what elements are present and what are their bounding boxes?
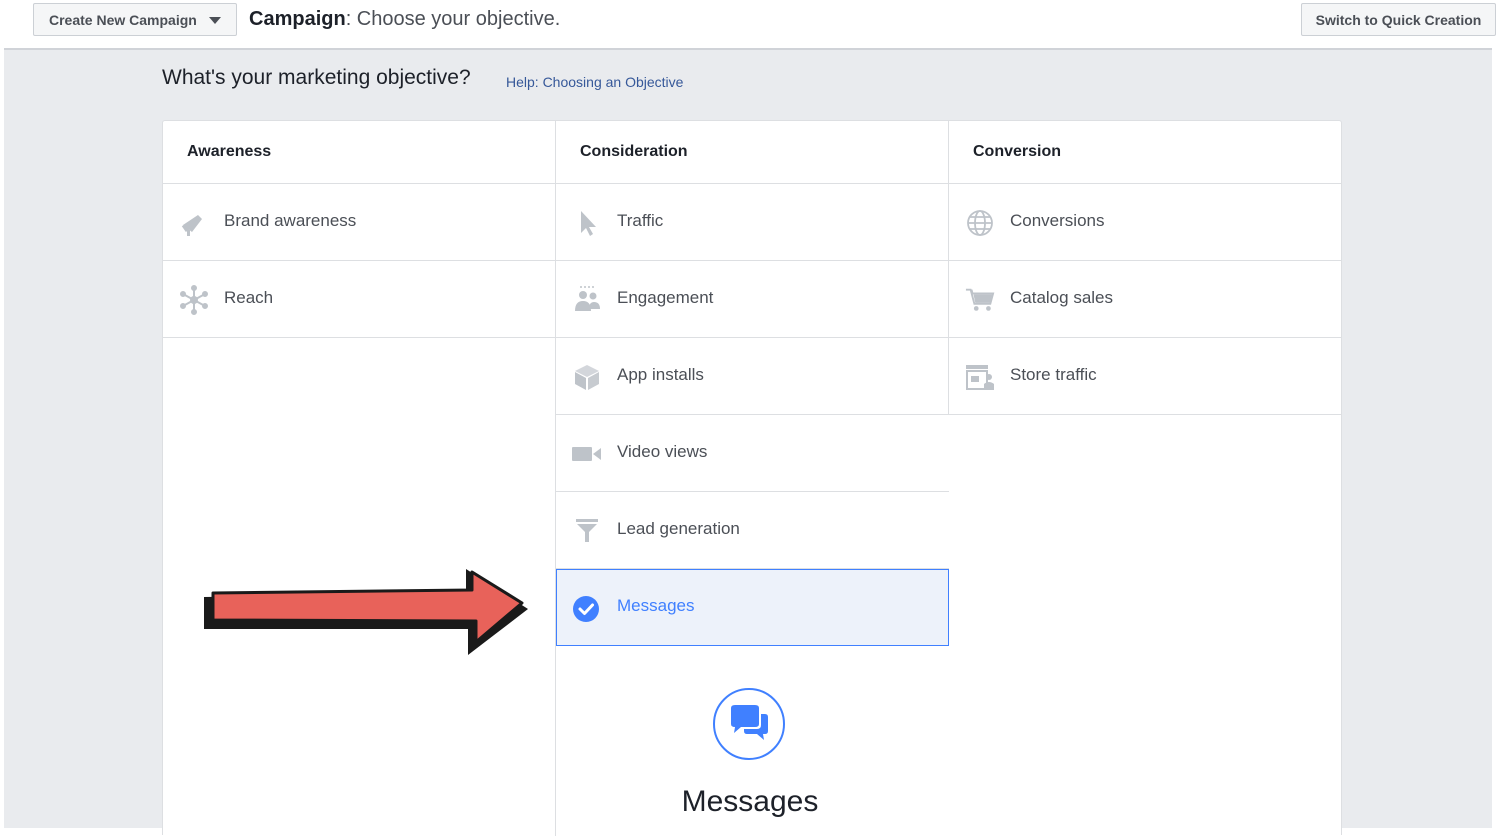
video-camera-icon: [572, 439, 602, 469]
megaphone-icon: [179, 208, 209, 238]
objective-catalog-sales[interactable]: Catalog sales: [949, 261, 1342, 338]
chat-bubbles-icon: [713, 688, 785, 760]
column-header: Conversion: [949, 121, 1342, 184]
box-icon: [572, 362, 602, 392]
cart-icon: [965, 285, 995, 315]
switch-to-quick-creation-button[interactable]: Switch to Quick Creation: [1301, 3, 1496, 36]
globe-icon: [965, 208, 995, 238]
objective-video-views[interactable]: Video views: [556, 415, 949, 492]
create-new-campaign-button[interactable]: Create New Campaign: [33, 3, 237, 36]
column-header: Consideration: [556, 121, 949, 184]
cursor-icon: [572, 208, 602, 238]
objective-label: Catalog sales: [1010, 288, 1114, 307]
check-circle-icon: [571, 594, 601, 624]
objective-conversions[interactable]: Conversions: [949, 184, 1342, 261]
page-title: Campaign: Choose your objective.: [249, 8, 560, 31]
column-consideration: Consideration Traffic Engagement App ins…: [556, 121, 949, 646]
top-bar: Create New Campaign Campaign: Choose you…: [4, 0, 1496, 50]
help-link[interactable]: Help: Choosing an Objective: [506, 74, 683, 90]
detail-title: Messages: [681, 785, 819, 818]
column-header: Awareness: [163, 121, 556, 184]
column-conversion: Conversion Conversions Catalog sales Sto…: [949, 121, 1342, 415]
objective-question: What's your marketing objective?: [162, 66, 471, 89]
objective-label: Traffic: [617, 211, 664, 230]
objective-label: Messages: [617, 596, 695, 615]
page-title-rest: : Choose your objective.: [345, 8, 561, 30]
objective-label: Store traffic: [1010, 365, 1097, 384]
chevron-down-icon: [209, 17, 221, 24]
objective-label: Video views: [617, 442, 708, 461]
objective-traffic[interactable]: Traffic: [556, 184, 949, 261]
objective-label: Conversions: [1010, 211, 1105, 230]
objective-label: App installs: [617, 365, 704, 384]
objective-reach[interactable]: Reach: [163, 261, 556, 338]
objective-label: Brand awareness: [224, 211, 357, 230]
page-title-bold: Campaign: [249, 8, 346, 30]
objective-brand-awareness[interactable]: Brand awareness: [163, 184, 556, 261]
objective-messages[interactable]: Messages: [556, 569, 949, 646]
objective-label: Engagement: [617, 288, 714, 307]
funnel-icon: [572, 516, 602, 546]
objective-app-installs[interactable]: App installs: [556, 338, 949, 415]
objective-label: Reach: [224, 288, 274, 307]
people-icon: [572, 285, 602, 315]
store-icon: [965, 362, 995, 392]
objective-lead-generation[interactable]: Lead generation: [556, 492, 949, 569]
objective-engagement[interactable]: Engagement: [556, 261, 949, 338]
column-awareness: Awareness Brand awareness Reach: [163, 121, 556, 338]
annotation-arrow: [204, 569, 528, 655]
reach-icon: [179, 285, 209, 315]
objective-label: Lead generation: [617, 519, 740, 538]
objective-store-traffic[interactable]: Store traffic: [949, 338, 1342, 415]
create-new-campaign-label: Create New Campaign: [49, 11, 197, 28]
